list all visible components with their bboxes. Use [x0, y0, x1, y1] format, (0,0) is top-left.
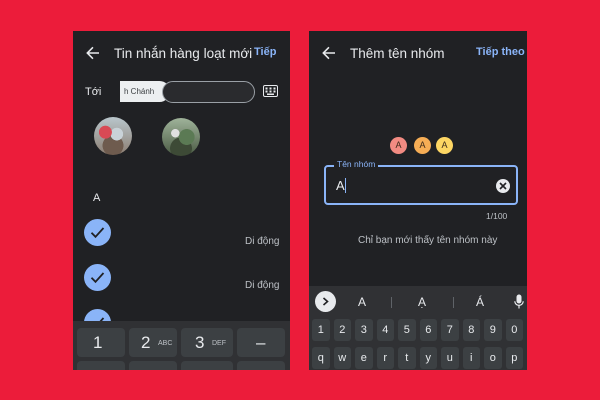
keypad-key[interactable] [181, 361, 233, 370]
key-4[interactable]: 4 [376, 319, 394, 341]
key-q[interactable]: q [312, 347, 330, 369]
recipient-input[interactable] [162, 81, 255, 103]
section-letter: A [93, 192, 101, 204]
contact-phone-type: Di động [245, 280, 280, 291]
key-e[interactable]: e [355, 347, 373, 369]
key-1[interactable]: 1 [77, 328, 125, 357]
chevron-right-icon[interactable] [315, 291, 336, 312]
group-member-avatar: A [436, 137, 453, 154]
key-3[interactable]: 3 DEF [181, 328, 233, 357]
key-digit: 1 [93, 333, 103, 352]
group-name-field[interactable]: Tên nhóm A [324, 159, 518, 205]
on-screen-keyboard: A Ạ Á 1 2 3 4 5 6 7 8 9 0 q w e r t y u … [309, 286, 527, 370]
key-0[interactable]: 0 [505, 319, 523, 341]
contact-phone-type: Di động [245, 236, 280, 247]
contact-avatar[interactable] [162, 118, 200, 156]
key-digit: 3 [195, 333, 205, 352]
checkmark-icon [90, 227, 105, 239]
key-o[interactable]: o [484, 347, 502, 369]
selected-contact-check[interactable] [84, 264, 111, 291]
key-t[interactable]: t [398, 347, 416, 369]
back-arrow-icon[interactable] [320, 44, 338, 62]
screen-title: Tin nhắn hàng loạt mới [114, 46, 253, 61]
key-5[interactable]: 5 [398, 319, 416, 341]
next-button[interactable]: Tiếp theo [476, 46, 525, 58]
visibility-note: Chỉ bạn mới thấy tên nhóm này [358, 235, 498, 246]
suggestion-chip[interactable]: A [358, 295, 366, 309]
to-label: Tới [85, 86, 102, 98]
checkmark-icon [90, 272, 105, 284]
left-top-bar: Tin nhắn hàng loạt mới Tiếp [73, 31, 290, 75]
keypad-key[interactable] [77, 361, 125, 370]
mic-icon[interactable] [514, 294, 524, 309]
key-i[interactable]: i [462, 347, 480, 369]
character-counter: 1/100 [486, 211, 508, 221]
key-u[interactable]: u [441, 347, 459, 369]
contact-avatar[interactable] [94, 117, 132, 155]
key-8[interactable]: 8 [462, 319, 480, 341]
clear-icon[interactable] [496, 179, 510, 193]
group-member-avatar: A [390, 137, 407, 154]
keyboard-icon[interactable] [263, 85, 278, 97]
next-button[interactable]: Tiếp [254, 46, 276, 58]
add-group-name-screen: Thêm tên nhóm Tiếp theo A A A Tên nhóm A… [309, 31, 527, 370]
key-minus[interactable]: – [237, 328, 285, 357]
key-9[interactable]: 9 [484, 319, 502, 341]
suggestion-chip[interactable]: Á [476, 295, 484, 309]
key-6[interactable]: 6 [419, 319, 437, 341]
key-3[interactable]: 3 [355, 319, 373, 341]
keypad-key[interactable] [129, 361, 177, 370]
key-letters: ABC [158, 340, 173, 347]
group-name-label: Tên nhóm [334, 159, 379, 169]
numeric-keypad: 1 2 ABC 3 DEF – [73, 321, 290, 370]
key-r[interactable]: r [376, 347, 394, 369]
key-2[interactable]: 2 ABC [129, 328, 177, 357]
suggestion-chip[interactable]: Ạ [418, 295, 426, 309]
key-y[interactable]: y [419, 347, 437, 369]
key-w[interactable]: w [333, 347, 351, 369]
key-digit: 2 [141, 333, 151, 352]
keypad-key[interactable] [237, 361, 285, 370]
selected-contact-check[interactable] [84, 219, 111, 246]
group-name-value: A [336, 178, 345, 193]
text-cursor [345, 178, 346, 193]
key-7[interactable]: 7 [441, 319, 459, 341]
divider [453, 297, 454, 308]
new-bulk-message-screen: Tin nhắn hàng loạt mới Tiếp Tới h Chánh … [73, 31, 290, 370]
divider [391, 297, 392, 308]
key-2[interactable]: 2 [333, 319, 351, 341]
key-p[interactable]: p [505, 347, 523, 369]
key-1[interactable]: 1 [312, 319, 330, 341]
right-top-bar: Thêm tên nhóm Tiếp theo [309, 31, 527, 75]
group-member-avatar: A [414, 137, 431, 154]
screen-title: Thêm tên nhóm [350, 46, 445, 61]
key-digit: – [256, 333, 266, 352]
key-letters: DEF [212, 340, 226, 347]
back-arrow-icon[interactable] [84, 44, 102, 62]
